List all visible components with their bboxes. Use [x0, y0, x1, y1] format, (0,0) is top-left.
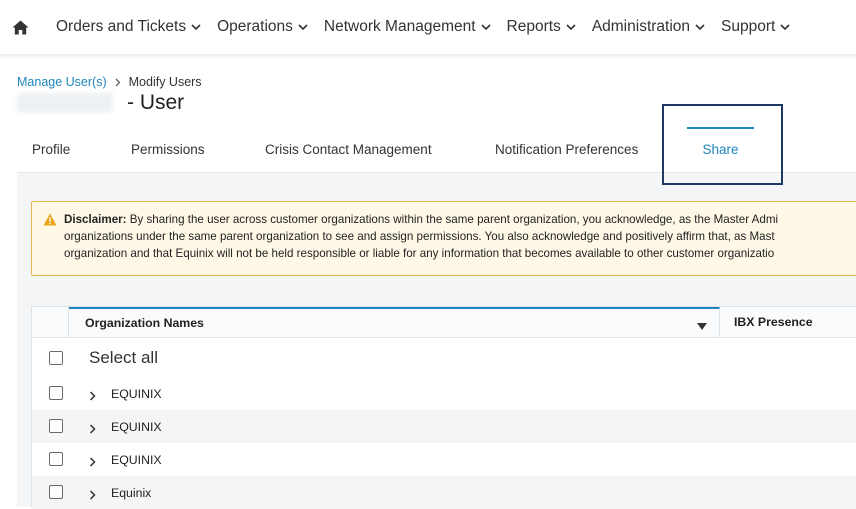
- chevron-right-icon[interactable]: [89, 454, 96, 472]
- redacted-user-name: [17, 93, 113, 113]
- nav-support-label: Support: [721, 18, 776, 35]
- disclaimer-line-2: organizations under the same parent orga…: [64, 228, 856, 245]
- chevron-down-icon: [298, 23, 308, 31]
- tab-crisis-contact-management-label: Crisis Contact Management: [265, 141, 432, 157]
- organization-name: EQUINIX: [111, 386, 162, 401]
- warning-icon: [43, 213, 57, 231]
- nav-operations[interactable]: Operations: [209, 5, 316, 49]
- chevron-down-icon: [566, 23, 576, 31]
- breadcrumb-current: Modify Users: [128, 75, 202, 89]
- chevron-right-icon: [115, 78, 121, 87]
- select-all-label: Select all: [89, 347, 158, 367]
- column-header-organization-names-label: Organization Names: [85, 316, 204, 330]
- tab-share[interactable]: Share: [687, 126, 754, 172]
- chevron-down-icon: [780, 23, 790, 31]
- disclaimer-text-1: By sharing the user across customer orga…: [129, 213, 779, 226]
- tab-notification-preferences-label: Notification Preferences: [495, 141, 639, 157]
- organization-name: EQUINIX: [111, 419, 162, 434]
- disclaimer-line-3: organization and that Equinix will not b…: [64, 245, 856, 262]
- tab-permissions-label: Permissions: [131, 141, 205, 157]
- row-checkbox[interactable]: [49, 419, 63, 433]
- tab-profile[interactable]: Profile: [32, 126, 70, 172]
- chevron-down-icon: [480, 23, 491, 31]
- table-row: EQUINIX: [32, 410, 856, 443]
- page-title: - User: [17, 91, 184, 115]
- column-header-organization-names[interactable]: Organization Names: [69, 307, 720, 337]
- chevron-right-icon[interactable]: [89, 388, 96, 406]
- header-checkbox-cell: [32, 307, 69, 337]
- main-content: Manage User(s) Modify Users - User Profi…: [0, 54, 856, 509]
- nav-administration[interactable]: Administration: [584, 5, 713, 49]
- disclaimer-text-3: organization and that Equinix will not b…: [64, 247, 775, 260]
- organization-name: EQUINIX: [111, 452, 162, 467]
- tab-crisis-contact-management[interactable]: Crisis Contact Management: [265, 126, 432, 172]
- chevron-right-icon[interactable]: [89, 487, 96, 505]
- tab-bar: Profile Permissions Crisis Contact Manag…: [0, 126, 856, 172]
- nav-reports-label: Reports: [506, 18, 561, 35]
- breadcrumb: Manage User(s) Modify Users: [17, 75, 202, 89]
- table-row: Equinix: [32, 476, 856, 509]
- column-header-ibx-presence-label: IBX Presence: [734, 315, 813, 329]
- tab-profile-label: Profile: [32, 141, 71, 157]
- nav-orders-and-tickets-label: Orders and Tickets: [56, 18, 187, 35]
- table-header: Organization Names IBX Presence: [32, 307, 856, 338]
- nav-reports[interactable]: Reports: [499, 5, 584, 49]
- top-navigation: Orders and Tickets Operations Network Ma…: [0, 0, 856, 54]
- disclaimer-label: Disclaimer:: [64, 213, 127, 226]
- chevron-right-icon[interactable]: [89, 421, 96, 439]
- nav-operations-label: Operations: [217, 18, 293, 35]
- nav-administration-label: Administration: [591, 18, 691, 35]
- disclaimer-banner: Disclaimer: By sharing the user across c…: [31, 201, 856, 276]
- breadcrumb-manage-users-link[interactable]: Manage User(s): [17, 75, 107, 89]
- organization-name: Equinix: [111, 485, 152, 500]
- tab-share-label: Share: [702, 141, 739, 157]
- nav-network-management[interactable]: Network Management: [316, 5, 499, 49]
- chevron-down-icon: [695, 23, 705, 31]
- home-icon[interactable]: [0, 5, 40, 49]
- nav-support[interactable]: Support: [713, 5, 798, 49]
- row-checkbox[interactable]: [49, 452, 63, 466]
- caret-down-icon[interactable]: [697, 319, 707, 333]
- nav-network-management-label: Network Management: [323, 18, 476, 35]
- disclaimer-text-2: organizations under the same parent orga…: [64, 230, 775, 243]
- column-header-ibx-presence[interactable]: IBX Presence: [720, 307, 856, 337]
- chevron-down-icon: [191, 23, 201, 31]
- table-row: EQUINIX: [32, 377, 856, 410]
- nav-orders-and-tickets[interactable]: Orders and Tickets: [48, 5, 209, 49]
- select-all-row: Select all: [32, 338, 856, 377]
- row-checkbox[interactable]: [49, 386, 63, 400]
- row-checkbox[interactable]: [49, 485, 63, 499]
- tab-notification-preferences[interactable]: Notification Preferences: [495, 126, 638, 172]
- table-row: EQUINIX: [32, 443, 856, 476]
- tab-permissions[interactable]: Permissions: [131, 126, 205, 172]
- page-title-text: - User: [127, 91, 185, 114]
- select-all-checkbox[interactable]: [49, 351, 63, 365]
- disclaimer-line-1: Disclaimer: By sharing the user across c…: [64, 211, 856, 228]
- organizations-table: Organization Names IBX Presence Select a…: [31, 306, 856, 509]
